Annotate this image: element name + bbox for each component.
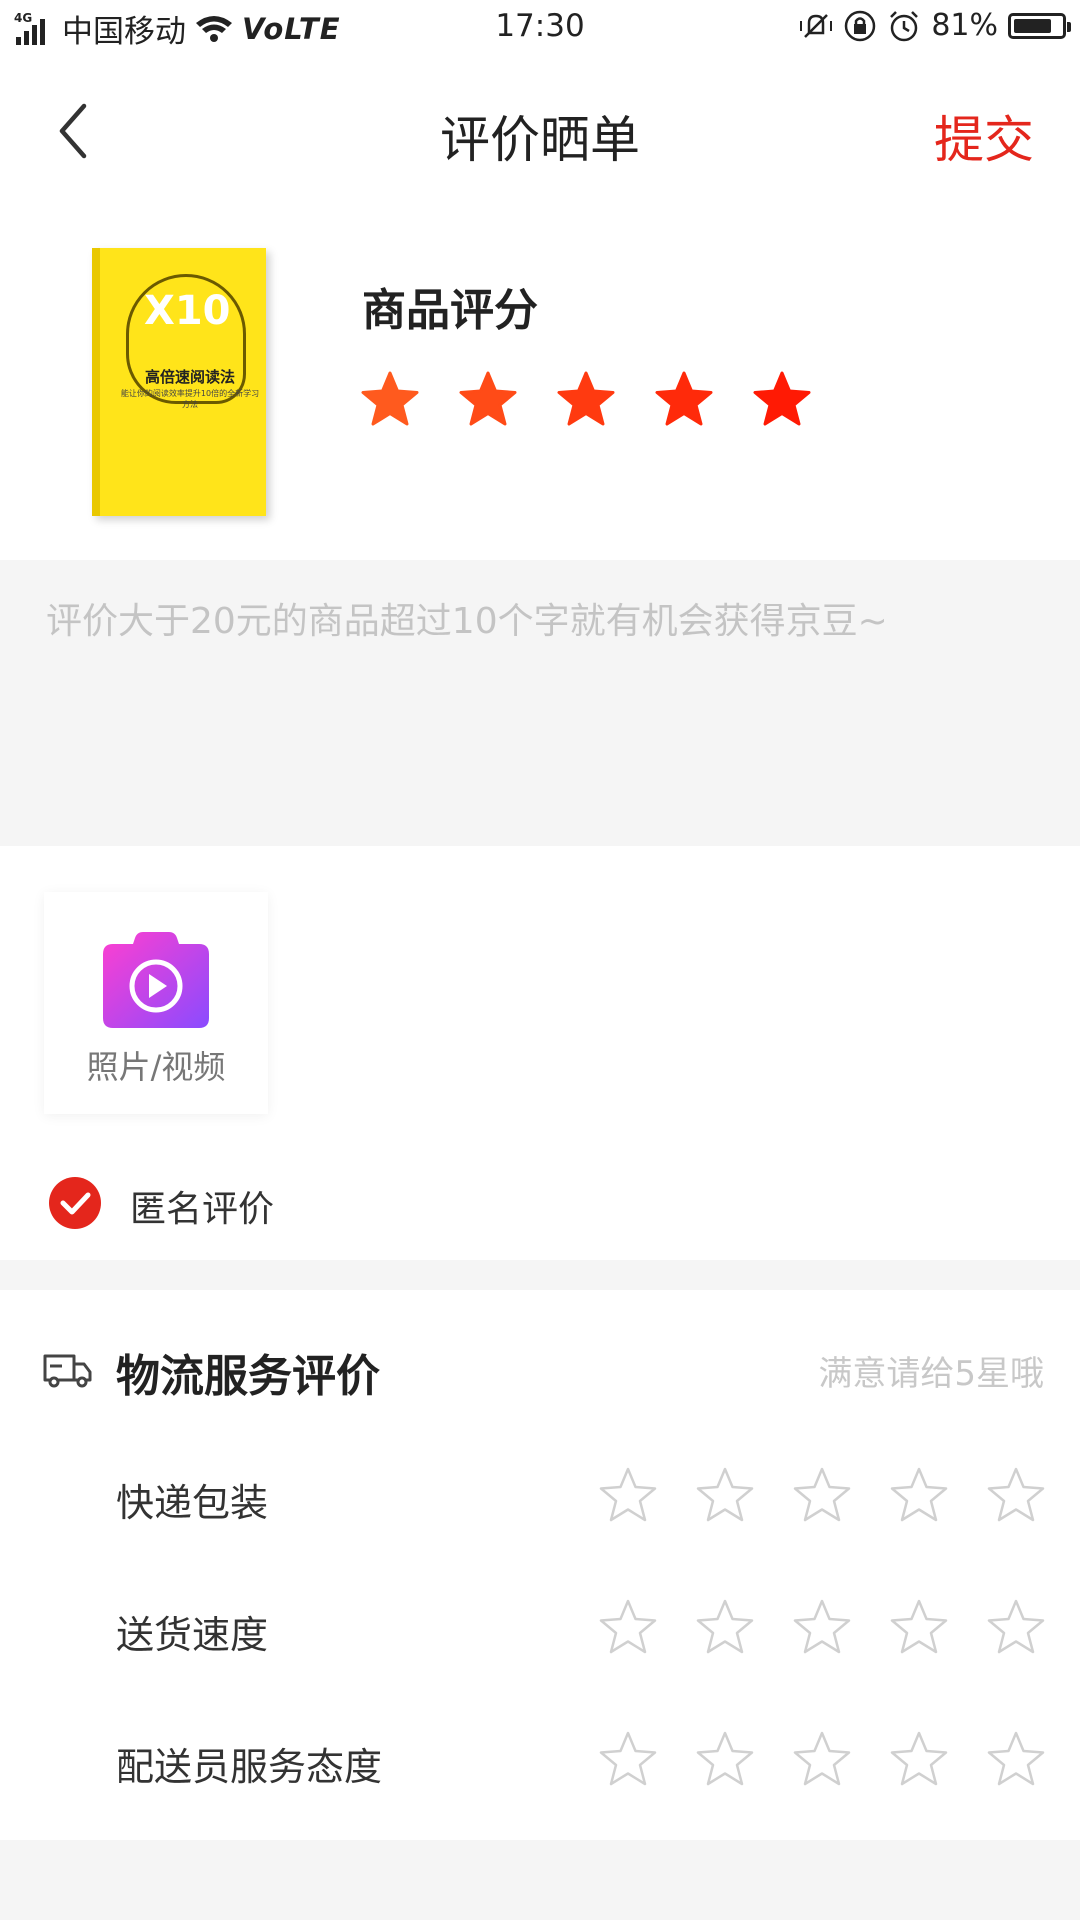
star-icon-2[interactable] [695,1730,755,1788]
silent-vibrate-icon [800,13,833,38]
upload-label: 照片/视频 [86,1048,226,1086]
product-rating-section: X10 高倍速阅读法 能让你的阅读效率提升10倍的全新学习方法 商品评分 [0,202,1080,560]
star-icon-1[interactable] [360,370,420,428]
star-icon-1[interactable] [598,1466,658,1524]
upload-photo-video-button[interactable]: 照片/视频 [44,892,268,1114]
star-icon-2[interactable] [695,1598,755,1656]
row-label: 送货速度 [116,1613,269,1657]
row-label: 快递包装 [116,1481,269,1525]
submit-button[interactable]: 提交 [934,100,1034,172]
star-icon-3[interactable] [556,370,616,428]
page-title: 评价晒单 [440,111,640,169]
star-icon-5[interactable] [986,1598,1046,1656]
product-rating-stars [360,370,812,428]
status-bar: 4G 中国移动 VoLTE 17:30 81% [0,0,1080,56]
media-section: 照片/视频 匿名评价 [0,846,1080,1260]
truck-icon [43,1354,92,1388]
product-rating-label: 商品评分 [362,285,538,336]
battery-percent: 81% [931,8,998,43]
product-image: X10 高倍速阅读法 能让你的阅读效率提升10倍的全新学习方法 [92,248,266,516]
star-icon-5[interactable] [986,1730,1046,1788]
cover-x10: X10 [144,288,231,334]
cover-title: 高倍速阅读法 [144,368,235,386]
star-icon-4[interactable] [654,370,714,428]
star-icon-4[interactable] [889,1598,949,1656]
logistics-row-courier: 配送员服务态度 [0,1722,1080,1802]
logistics-row-speed: 送货速度 [0,1590,1080,1670]
battery-fill [1014,18,1052,33]
logistics-title: 物流服务评价 [116,1351,380,1402]
battery-icon [1008,12,1071,39]
star-icon-1[interactable] [598,1730,658,1788]
comment-input[interactable] [46,592,1046,822]
logistics-hint: 满意请给5星哦 [818,1354,1044,1394]
cover-subtitle: 能让你的阅读效率提升10倍的全新学习方法 [120,389,260,409]
speed-rating-stars [598,1598,1046,1656]
star-icon-2[interactable] [458,370,518,428]
star-icon-3[interactable] [792,1730,852,1788]
star-icon-2[interactable] [695,1466,755,1524]
alarm-icon [890,10,919,41]
row-label: 配送员服务态度 [116,1745,383,1789]
status-right: 81% [799,8,1071,43]
star-icon-4[interactable] [889,1730,949,1788]
logistics-row-packaging: 快递包装 [0,1458,1080,1538]
star-icon-3[interactable] [792,1466,852,1524]
nav-bar: 评价晒单 提交 [0,56,1080,202]
anonymous-checkbox[interactable] [48,1176,102,1230]
packaging-rating-stars [598,1466,1046,1524]
star-icon-3[interactable] [792,1598,852,1656]
comment-section [0,560,1080,846]
star-icon-5[interactable] [752,370,812,428]
star-icon-1[interactable] [598,1598,658,1656]
star-icon-4[interactable] [889,1466,949,1524]
anonymous-label: 匿名评价 [130,1189,275,1230]
camera-video-icon [103,932,209,1028]
star-icon-5[interactable] [986,1466,1046,1524]
courier-rating-stars [598,1730,1046,1788]
rotation-lock-icon [845,10,876,41]
logistics-rating-section: 物流服务评价 满意请给5星哦 快递包装 送货速度 配送员服务态度 [0,1290,1080,1840]
